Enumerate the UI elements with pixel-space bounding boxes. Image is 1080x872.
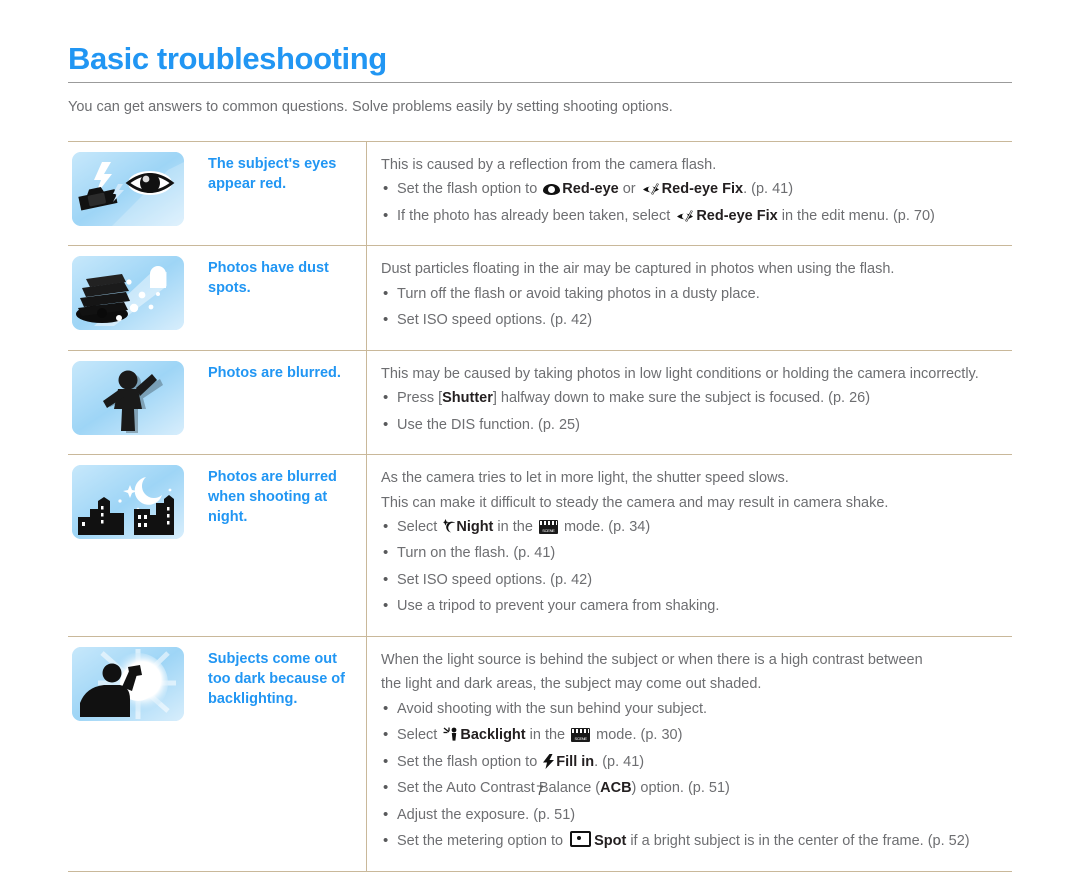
backlight-icon xyxy=(443,727,458,741)
solution-cell: This may be caused by taking photos in l… xyxy=(366,350,1012,455)
solution-lead-2: This can make it difficult to steady the… xyxy=(381,494,889,511)
title-divider xyxy=(68,82,1012,84)
text-run: Set ISO speed options. (p. 42) xyxy=(397,571,593,588)
solution-bullet-list: Set the flash option to Red-eye or Red-e… xyxy=(381,177,1012,228)
emphasis-text: Red-eye Fix xyxy=(696,207,778,224)
eye-fix-icon xyxy=(642,183,660,196)
solution-lead: As the camera tries to let in more light… xyxy=(381,470,789,487)
text-run: Select xyxy=(397,519,442,535)
solution-bullet: Set the flash option to Fill in. (p. 41) xyxy=(381,750,1012,774)
solution-bullet: Set the metering option to Spot if a bri… xyxy=(381,829,1012,853)
text-run: ] halfway down to make sure the subject … xyxy=(492,390,871,407)
solution-lead: This may be caused by taking photos in l… xyxy=(381,365,979,382)
row-thumbnail-cell xyxy=(68,636,202,871)
solution-bullet: Press [Shutter] halfway down to make sur… xyxy=(381,386,1012,410)
night-cityscape-thumbnail xyxy=(72,465,184,540)
emphasis-text: Night xyxy=(456,519,494,535)
text-run: Avoid shooting with the sun behind your … xyxy=(397,700,708,717)
solution-cell: This is caused by a reflection from the … xyxy=(366,141,1012,246)
eye-icon xyxy=(543,184,561,196)
intro-paragraph: You can get answers to common questions.… xyxy=(68,99,673,116)
blurred-person-thumbnail xyxy=(72,360,184,435)
problem-label: Photos are blurred. xyxy=(208,364,341,381)
solution-bullet: Set ISO speed options. (p. 42) xyxy=(381,568,1012,592)
row-thumbnail-cell xyxy=(68,246,202,350)
text-run: if a bright subject is in the center of … xyxy=(626,833,970,850)
solution-lead: This is caused by a reflection from the … xyxy=(381,156,717,173)
emphasis-text: Red-eye Fix xyxy=(661,181,744,198)
text-run: Turn off the flash or avoid taking photo… xyxy=(397,285,760,302)
text-run: Use a tripod to prevent your camera from… xyxy=(397,598,720,615)
solution-cell: When the light source is behind the subj… xyxy=(366,636,1012,872)
scene-mode-icon xyxy=(538,520,558,534)
row-thumbnail-cell xyxy=(68,455,202,637)
emphasis-text: Red-eye xyxy=(562,181,619,198)
solution-lead-2: the light and dark areas, the subject ma… xyxy=(381,676,762,693)
text-run: Set ISO speed options. (p. 42) xyxy=(397,312,593,329)
solution-bullet-list: Turn off the flash or avoid taking photo… xyxy=(381,282,1012,332)
table-row: Photos are blurred when shooting at nigh… xyxy=(68,454,1012,637)
spot-metering-icon xyxy=(570,831,592,848)
table-row: The subject's eyes appear red. This is ca… xyxy=(68,141,1012,246)
solution-bullet: Select Backlight in the mode. (p. 30) xyxy=(381,723,1012,747)
row-thumbnail-cell xyxy=(68,141,202,245)
text-run: Press [ xyxy=(397,390,443,407)
emphasis-text: Shutter xyxy=(442,390,493,407)
solution-lead: When the light source is behind the subj… xyxy=(381,651,923,668)
emphasis-text: Spot xyxy=(594,833,627,850)
emphasis-text: Fill in xyxy=(556,753,595,770)
solution-bullet-list: Select Night in the mode. (p. 34)Turn on… xyxy=(381,515,1012,618)
page-number: 7 xyxy=(536,782,544,798)
solution-cell: Dust particles floating in the air may b… xyxy=(366,245,1012,351)
scene-mode-icon xyxy=(571,728,591,743)
flash-bolt-icon xyxy=(543,753,555,769)
night-moon-icon xyxy=(443,519,456,534)
solution-bullet: Turn on the flash. (p. 41) xyxy=(381,541,1012,565)
solution-bullet: Set ISO speed options. (p. 42) xyxy=(381,308,1012,332)
solution-cell: As the camera tries to let in more light… xyxy=(366,454,1012,637)
text-run: If the photo has already been taken, sel… xyxy=(397,207,675,224)
dust-spots-thumbnail xyxy=(72,256,184,331)
document-page: Basic troubleshooting You can get answer… xyxy=(0,0,1080,872)
solution-bullet-list: Press [Shutter] halfway down to make sur… xyxy=(381,386,1012,437)
text-run: in the xyxy=(493,519,537,535)
solution-bullet: If the photo has already been taken, sel… xyxy=(381,204,1012,228)
text-run: Set the metering option to xyxy=(397,833,568,850)
solution-bullet-list: Avoid shooting with the sun behind your … xyxy=(381,697,1012,853)
solution-lead: Dust particles floating in the air may b… xyxy=(381,261,895,278)
text-run: Use the DIS function. (p. 25) xyxy=(397,416,580,433)
red-eye-flash-thumbnail xyxy=(72,151,184,226)
text-run: mode. (p. 30) xyxy=(592,727,683,744)
problem-label: The subject's eyes appear red. xyxy=(208,155,337,192)
row-thumbnail-cell xyxy=(68,350,202,454)
table-row: Photos are blurred. This may be caused by… xyxy=(68,350,1012,455)
troubleshooting-table: The subject's eyes appear red. This is ca… xyxy=(68,141,1012,872)
emphasis-text: Backlight xyxy=(460,727,526,744)
text-run: Set the flash option to xyxy=(397,753,542,770)
problem-label: Photos are blurred when shooting at nigh… xyxy=(208,469,337,526)
problem-label: Subjects come out too dark because of ba… xyxy=(208,650,345,707)
text-run: or xyxy=(618,181,640,198)
solution-bullet: Select Night in the mode. (p. 34) xyxy=(381,515,1012,539)
text-run: . (p. 41) xyxy=(743,181,794,198)
problem-label: Photos have dust spots. xyxy=(208,260,329,297)
table-row: Photos have dust spots. Dust particles fl… xyxy=(68,245,1012,351)
backlighting-silhouette-thumbnail xyxy=(72,646,184,721)
solution-bullet: Avoid shooting with the sun behind your … xyxy=(381,697,1012,721)
table-row: Subjects come out too dark because of ba… xyxy=(68,636,1012,872)
text-run: . (p. 41) xyxy=(594,753,645,770)
solution-bullet: Use the DIS function. (p. 25) xyxy=(381,413,1012,437)
text-run: Select xyxy=(397,727,442,744)
text-run: Turn on the flash. (p. 41) xyxy=(397,545,556,562)
text-run: in the edit menu. (p. 70) xyxy=(777,207,935,224)
eye-fix-icon xyxy=(676,209,694,222)
table-body: The subject's eyes appear red. This is ca… xyxy=(68,141,1012,872)
solution-bullet: Set the flash option to Red-eye or Red-e… xyxy=(381,177,1012,201)
text-run: Set the flash option to xyxy=(397,181,542,198)
text-run: mode. (p. 34) xyxy=(559,519,651,535)
page-title: Basic troubleshooting xyxy=(68,41,387,76)
text-run: in the xyxy=(525,727,570,744)
solution-bullet: Use a tripod to prevent your camera from… xyxy=(381,594,1012,618)
solution-bullet: Turn off the flash or avoid taking photo… xyxy=(381,282,1012,306)
